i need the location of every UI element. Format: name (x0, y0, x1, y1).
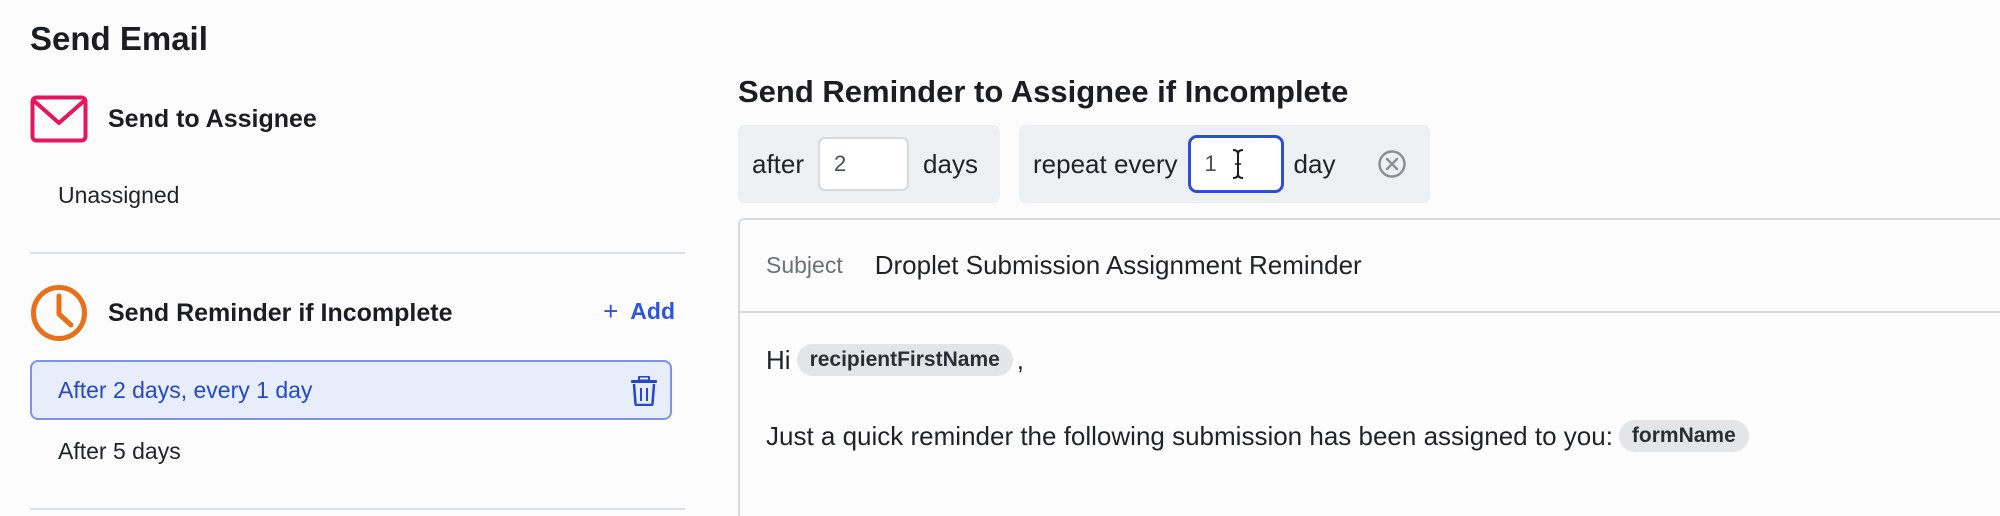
repeat-days-value: 1 (1204, 151, 1217, 176)
email-body-line[interactable]: Just a quick reminder the following subm… (766, 420, 1753, 452)
text-cursor-icon (1231, 149, 1245, 185)
clock-icon (30, 284, 88, 342)
subject-input[interactable]: Droplet Submission Assignment Reminder (875, 250, 1362, 281)
plus-icon: + (603, 296, 619, 326)
add-reminder-button[interactable]: + Add (603, 296, 675, 327)
repeat-prefix: repeat every (1033, 148, 1178, 179)
send-to-assignee-header: Send to Assignee (30, 90, 317, 148)
after-suffix: days (923, 148, 978, 179)
after-days-group: after 2 days (738, 125, 1000, 203)
add-label: Add (630, 298, 675, 324)
divider (30, 252, 685, 254)
after-prefix: after (752, 148, 805, 179)
after-days-input[interactable]: 2 (818, 137, 910, 191)
assignee-value[interactable]: Unassigned (58, 182, 179, 209)
reminder-item-label: After 2 days, every 1 day (58, 376, 313, 403)
mail-icon (30, 90, 88, 148)
email-editor: Subject Droplet Submission Assignment Re… (738, 218, 2000, 516)
send-reminder-header: Send Reminder if Incomplete + Add (30, 284, 675, 342)
recipient-first-name-tag[interactable]: recipientFirstName (796, 344, 1013, 376)
divider (30, 508, 685, 510)
repeat-days-input[interactable]: 1 (1187, 135, 1284, 193)
page-title: Send Email (30, 20, 208, 57)
greeting-text: Hi (766, 344, 791, 375)
subject-row[interactable]: Subject Droplet Submission Assignment Re… (740, 220, 2000, 313)
repeat-every-group: repeat every 1 day (1019, 125, 1430, 203)
repeat-suffix: day (1293, 148, 1336, 179)
send-reminder-label: Send Reminder if Incomplete (108, 298, 453, 327)
subject-label: Subject (766, 252, 843, 278)
form-name-tag[interactable]: formName (1618, 420, 1749, 452)
reminder-item-selected[interactable]: After 2 days, every 1 day (30, 360, 672, 420)
reminder-item[interactable]: After 5 days (58, 438, 181, 465)
reminder-editor-title: Send Reminder to Assignee if Incomplete (738, 74, 1349, 109)
comma-text: , (1016, 344, 1025, 375)
clear-circle-icon[interactable] (1377, 149, 1407, 179)
trash-icon[interactable] (630, 375, 658, 407)
send-to-assignee-label: Send to Assignee (108, 104, 317, 133)
body-text: Just a quick reminder the following subm… (766, 420, 1613, 451)
email-body-line[interactable]: Hi recipientFirstName , (766, 344, 1024, 376)
